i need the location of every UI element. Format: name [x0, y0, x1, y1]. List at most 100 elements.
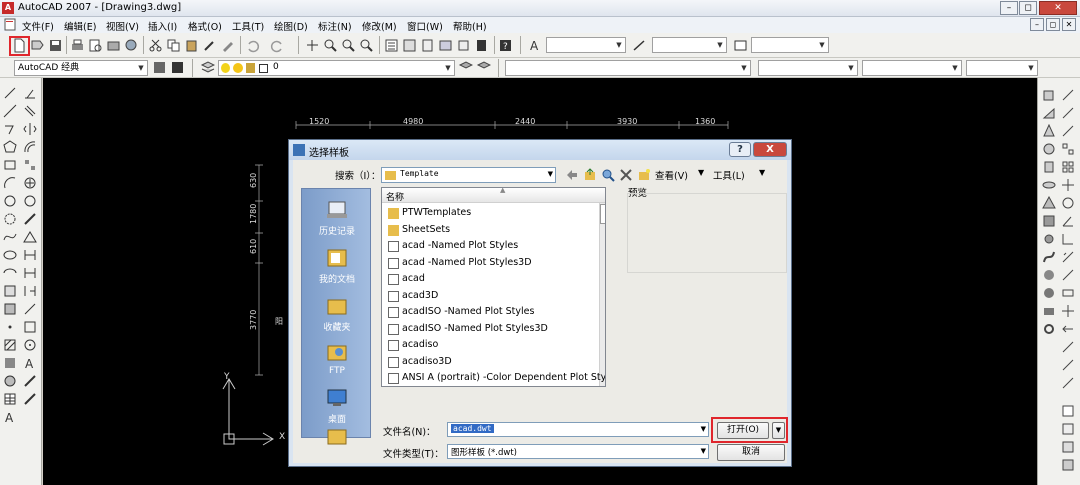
dim-arc-icon[interactable] [1061, 124, 1075, 138]
zoom-window-icon[interactable] [341, 38, 356, 53]
cut-icon[interactable] [148, 38, 163, 53]
doc-close-button[interactable]: ✕ [1062, 18, 1076, 31]
sheet-set-icon[interactable] [438, 38, 453, 53]
dimension-linear-icon[interactable] [23, 392, 37, 406]
sweep-icon[interactable] [1042, 250, 1056, 264]
paste-icon[interactable] [184, 38, 199, 53]
menu-modify[interactable]: 修改(M) [362, 19, 397, 33]
point-icon[interactable] [3, 320, 17, 334]
place-history[interactable]: 历史记录 [302, 199, 372, 237]
menu-draw[interactable]: 绘图(D) [274, 19, 308, 33]
dim-tolerance-icon[interactable] [1061, 286, 1075, 300]
tool-palettes-icon[interactable] [420, 38, 435, 53]
place-desktop[interactable]: 桌面 [302, 387, 372, 425]
menu-insert[interactable]: 插入(I) [148, 19, 177, 33]
join-icon[interactable] [23, 302, 37, 316]
rectangle-icon[interactable] [3, 158, 17, 172]
plot-preview-icon[interactable] [88, 38, 103, 53]
dim-diameter-icon[interactable] [1061, 196, 1075, 210]
move-icon[interactable] [23, 176, 37, 190]
linetype-combo[interactable]: ▼ [758, 60, 858, 76]
settings-gear-icon[interactable] [1042, 322, 1056, 336]
text-style-icon[interactable]: A [528, 38, 543, 53]
loft-icon[interactable] [1042, 268, 1056, 282]
save-icon[interactable] [48, 38, 63, 53]
dim-leader-icon[interactable] [1061, 268, 1075, 282]
workspace-save-icon[interactable] [170, 60, 185, 75]
3d-pyramid-icon[interactable] [1042, 196, 1056, 210]
layer-combo[interactable]: 0 ▼ [218, 60, 455, 76]
qnew-icon[interactable] [30, 38, 45, 53]
layer-previous-icon[interactable] [476, 60, 491, 75]
edit-text-icon[interactable] [23, 374, 37, 388]
offset-icon[interactable] [23, 140, 37, 154]
restore-button[interactable]: ◻ [1019, 1, 1037, 15]
3d-dwf-icon[interactable] [124, 38, 139, 53]
circle-icon[interactable] [3, 194, 17, 208]
publish-icon[interactable] [106, 38, 121, 53]
dim-radius-icon[interactable] [1061, 160, 1075, 174]
union-icon[interactable] [1042, 286, 1056, 300]
block-editor-icon[interactable] [220, 38, 235, 53]
table-style-combo[interactable]: ▼ [751, 37, 829, 53]
revision-cloud-icon[interactable] [3, 212, 17, 226]
dim-update-icon[interactable] [1061, 358, 1075, 372]
dim-style-icon[interactable] [1061, 376, 1075, 390]
filename-dropdown-arrow[interactable]: ▼ [701, 425, 706, 433]
copy-object-icon[interactable] [23, 104, 37, 118]
hatch-icon[interactable] [3, 338, 17, 352]
place-my-documents[interactable]: 我的文档 [302, 247, 372, 285]
dialog-close-button[interactable]: X [753, 142, 787, 157]
3d-box-icon[interactable] [1042, 88, 1056, 102]
3d-torus-icon[interactable] [1042, 178, 1056, 192]
extrude-icon[interactable] [1042, 214, 1056, 228]
polygon-icon[interactable] [3, 140, 17, 154]
erase-icon[interactable] [23, 86, 37, 100]
menu-help[interactable]: 帮助(H) [453, 19, 487, 33]
menu-window[interactable]: 窗口(W) [407, 19, 443, 33]
dim-continue-icon[interactable] [1061, 250, 1075, 264]
dialog-title-bar[interactable]: 选择样板 ? X [289, 140, 791, 160]
dim-ordinate-icon[interactable] [1061, 142, 1075, 156]
make-block-icon[interactable] [3, 302, 17, 316]
ellipse-icon[interactable] [3, 248, 17, 262]
construction-line-icon[interactable] [3, 104, 17, 118]
place-ftp[interactable]: FTP [302, 341, 372, 376]
break-icon[interactable] [23, 284, 37, 298]
table-icon[interactable] [3, 392, 17, 406]
print-icon[interactable] [70, 38, 85, 53]
polyline-icon[interactable] [3, 122, 17, 136]
dimension-style-combo[interactable]: ▼ [652, 37, 727, 53]
extend-icon[interactable] [23, 266, 37, 280]
dim-jogged-icon[interactable] [1061, 178, 1075, 192]
3d-wedge-icon[interactable] [1042, 106, 1056, 120]
spline-icon[interactable] [3, 230, 17, 244]
dialog-help-button[interactable]: ? [729, 142, 751, 157]
dim-linear-icon[interactable] [1061, 88, 1075, 102]
scrollbar-thumb[interactable] [600, 204, 605, 224]
color-combo[interactable]: ▼ [505, 60, 751, 76]
workspace-combo[interactable]: AutoCAD 经典 ▼ [14, 60, 148, 76]
quickcalc-icon[interactable] [474, 38, 489, 53]
pan-icon[interactable] [305, 38, 320, 53]
multiline-text-icon[interactable]: A [3, 410, 17, 424]
line-icon[interactable] [3, 86, 17, 100]
dim-angular-icon[interactable] [1061, 214, 1075, 228]
search-folder-combo[interactable]: Template ▼ [381, 167, 556, 183]
doc-minimize-button[interactable]: – [1030, 18, 1044, 31]
tools-menu-arrow[interactable]: ▼ [759, 168, 765, 177]
design-center-icon[interactable] [402, 38, 417, 53]
scale-icon[interactable] [23, 212, 37, 226]
dim-baseline-icon[interactable] [1061, 232, 1075, 246]
insert-block-icon[interactable] [3, 284, 17, 298]
file-list-header[interactable]: 名称 ▲ [382, 188, 605, 203]
3d-sphere-icon[interactable] [1042, 142, 1056, 156]
new-folder-icon[interactable] [637, 168, 651, 182]
3d-cylinder-icon[interactable] [1042, 160, 1056, 174]
tools-menu[interactable]: 工具(L) [713, 168, 745, 182]
stretch-icon[interactable] [23, 230, 37, 244]
chamfer-icon[interactable] [23, 320, 37, 334]
arc-icon[interactable] [3, 176, 17, 190]
redo-icon[interactable] [270, 38, 285, 53]
menu-tools[interactable]: 工具(T) [232, 19, 264, 33]
